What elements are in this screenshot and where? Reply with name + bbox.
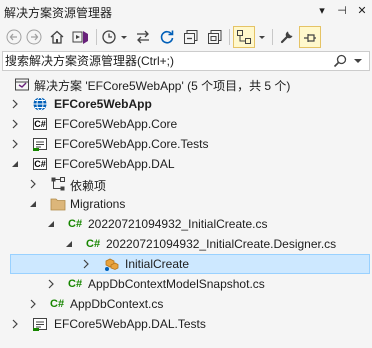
- tree-node-label: InitialCreate: [125, 257, 190, 271]
- chevron-right-icon[interactable]: [46, 278, 56, 290]
- tree-node-label: EFCore5WebApp.Core: [54, 117, 178, 131]
- chevron-expanded-icon[interactable]: [46, 218, 56, 230]
- tree-node-appdbcontext-cs[interactable]: C# AppDbContext.cs: [0, 294, 372, 314]
- csharp-file-icon: C#: [86, 238, 101, 250]
- web-project-icon: [33, 97, 47, 111]
- sync-arrows-icon: [137, 30, 149, 44]
- switch-views-button[interactable]: [70, 26, 92, 48]
- tree-node-label: EFCore5WebApp.DAL: [54, 157, 175, 171]
- title-bar: 解决方案资源管理器 ▾ ⊣ ✕: [0, 0, 372, 22]
- tree-node-efcore5webapp[interactable]: EFCore5WebApp: [0, 94, 372, 114]
- tree-node-efcore5webapp-core-tests[interactable]: EFCore5WebApp.Core.Tests: [0, 134, 372, 154]
- chevron-expanded-icon[interactable]: [28, 198, 38, 210]
- tree-node-label: AppDbContext.cs: [70, 297, 164, 311]
- tree-node-migrations[interactable]: Migrations: [0, 194, 372, 214]
- class-icon: [105, 258, 119, 271]
- tree-node-initialcreate-class[interactable]: InitialCreate: [10, 254, 370, 274]
- search-icon[interactable]: [333, 54, 347, 68]
- show-all-files-icon: [208, 30, 222, 44]
- window-title: 解决方案资源管理器: [4, 6, 113, 20]
- collapse-all-button[interactable]: [180, 26, 202, 48]
- wrench-icon: [280, 31, 293, 44]
- search-input[interactable]: [5, 53, 335, 69]
- pin-horizontal-icon: [304, 34, 316, 42]
- tree-node-label: EFCore5WebApp.Core.Tests: [54, 137, 209, 151]
- chevron-right-icon[interactable]: [28, 178, 38, 190]
- pin-icon[interactable]: ⊣: [334, 3, 350, 19]
- chevron-right-icon[interactable]: [10, 318, 20, 330]
- history-clock-dropdown-icon: [102, 30, 127, 44]
- tree-node-efcore5webapp-dal-tests[interactable]: EFCore5WebApp.DAL.Tests: [0, 314, 372, 334]
- chevron-down-icon: [259, 36, 265, 39]
- properties-button[interactable]: [276, 26, 298, 48]
- tree-node-label: EFCore5WebApp.DAL.Tests: [54, 317, 206, 331]
- solution-icon: [15, 78, 29, 91]
- tree-node-initialcreate-designer-cs[interactable]: C# 20220721094932_InitialCreate.Designer…: [0, 234, 372, 254]
- solution-tree: 解决方案 'EFCore5WebApp' (5 个项目，共 5 个) EFCor…: [0, 74, 372, 348]
- dependencies-icon: [51, 177, 65, 191]
- sync-with-active-document-button[interactable]: [132, 26, 154, 48]
- tree-node-efcore5webapp-core[interactable]: C# EFCore5WebApp.Core: [0, 114, 372, 134]
- close-icon[interactable]: ✕: [354, 3, 370, 19]
- tree-view-icon: [237, 30, 251, 44]
- toolbar-separator: [272, 29, 273, 45]
- preview-dropdown-button[interactable]: [256, 26, 268, 48]
- preview-selected-items-button[interactable]: [233, 26, 255, 48]
- show-all-files-button[interactable]: [204, 26, 226, 48]
- search-options-dropdown-icon[interactable]: [351, 54, 365, 68]
- home-icon: [50, 30, 64, 44]
- tree-node-label: 依赖项: [70, 179, 107, 193]
- chevron-right-icon[interactable]: [10, 98, 20, 110]
- toolbar: [0, 24, 372, 50]
- chevron-right-icon[interactable]: [81, 258, 91, 270]
- tree-node-label: 20220721094932_InitialCreate.Designer.cs: [106, 237, 337, 251]
- tree-node-label: AppDbContextModelSnapshot.cs: [88, 277, 265, 291]
- tree-node-label: Migrations: [70, 197, 126, 211]
- refresh-button[interactable]: [156, 26, 178, 48]
- csharp-project-icon: C#: [33, 158, 47, 170]
- toolbar-separator: [229, 29, 230, 45]
- pending-changes-filter-button[interactable]: [100, 26, 130, 48]
- pin-toolbar-button[interactable]: [299, 26, 321, 48]
- chevron-right-icon[interactable]: [10, 138, 20, 150]
- tree-node-efcore5webapp-dal[interactable]: C# EFCore5WebApp.DAL: [0, 154, 372, 174]
- home-button[interactable]: [46, 26, 68, 48]
- back-arrow-icon: [6, 29, 22, 45]
- test-project-icon: [33, 138, 47, 151]
- forward-arrow-icon: [26, 29, 42, 45]
- refresh-icon: [160, 30, 174, 44]
- back-button[interactable]: [4, 26, 24, 48]
- chevron-expanded-icon[interactable]: [10, 158, 20, 170]
- toolbar-separator: [96, 29, 97, 45]
- chevron-expanded-icon[interactable]: [64, 238, 74, 250]
- test-project-icon: [33, 318, 47, 331]
- chevron-right-icon[interactable]: [28, 298, 38, 310]
- tree-node-dependencies[interactable]: 依赖项: [0, 174, 372, 194]
- csharp-file-icon: C#: [50, 298, 65, 310]
- forward-button[interactable]: [24, 26, 44, 48]
- visual-studio-switch-icon: [72, 31, 88, 44]
- tree-node-label: 20220721094932_InitialCreate.cs: [88, 217, 268, 231]
- search-box[interactable]: [2, 51, 370, 71]
- collapse-all-icon: [184, 30, 198, 44]
- csharp-project-icon: C#: [33, 118, 47, 130]
- chevron-right-icon[interactable]: [10, 118, 20, 130]
- csharp-file-icon: C#: [68, 218, 83, 230]
- tree-node-label: EFCore5WebApp: [54, 97, 152, 111]
- csharp-file-icon: C#: [68, 278, 83, 290]
- window-menu-dropdown-icon[interactable]: ▾: [314, 3, 330, 19]
- csharp-tag: C#: [34, 119, 46, 129]
- tree-node-label: 解决方案 'EFCore5WebApp' (5 个项目，共 5 个): [34, 79, 291, 93]
- csharp-tag: C#: [34, 159, 46, 169]
- tree-node-appdbcontextmodelsnapshot-cs[interactable]: C# AppDbContextModelSnapshot.cs: [0, 274, 372, 294]
- tree-node-solution[interactable]: 解决方案 'EFCore5WebApp' (5 个项目，共 5 个): [0, 74, 372, 94]
- folder-icon: [50, 198, 66, 211]
- tree-node-initialcreate-cs[interactable]: C# 20220721094932_InitialCreate.cs: [0, 214, 372, 234]
